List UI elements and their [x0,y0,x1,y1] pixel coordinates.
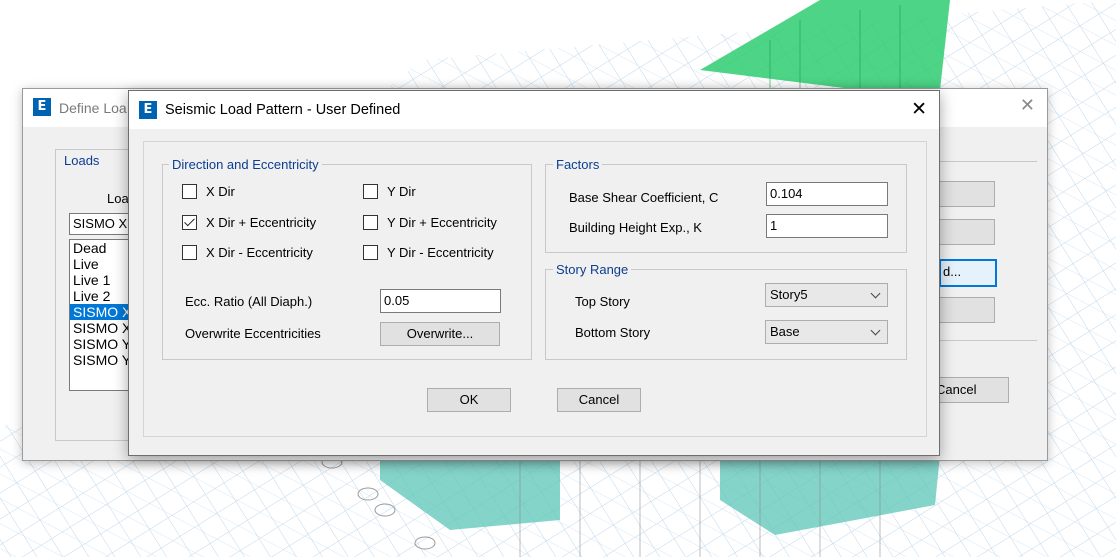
y-dir-plus-ecc-option[interactable]: Y Dir + Eccentricity [363,213,497,231]
chevron-down-icon [870,288,881,299]
x-dir-option[interactable]: X Dir [182,182,235,200]
x-dir-minus-ecc-checkbox[interactable] [182,244,197,260]
seismic-load-pattern-dialog: E Seismic Load Pattern - User Defined ✕ … [128,90,940,456]
etabs-app-icon: E [33,98,51,116]
x-dir-minus-ecc-label: X Dir - Eccentricity [206,244,313,260]
top-story-value: Story5 [770,287,808,302]
y-dir-plus-ecc-checkbox[interactable] [363,214,378,230]
modify-load-button[interactable] [939,219,995,245]
close-icon[interactable]: ✕ [1020,95,1035,116]
ok-button[interactable]: OK [427,388,511,412]
cancel-button[interactable]: Cancel [557,388,641,412]
overwrite-button[interactable]: Overwrite... [380,322,500,346]
y-dir-label: Y Dir [387,183,416,199]
story-range-group-label: Story Range [553,262,632,277]
factors-group [545,164,907,253]
y-dir-checkbox[interactable] [363,183,378,199]
height-exp-input[interactable]: 1 [766,214,888,238]
x-dir-minus-ecc-option[interactable]: X Dir - Eccentricity [182,243,313,261]
y-dir-minus-ecc-checkbox[interactable] [363,244,378,260]
bottom-story-select[interactable]: Base [765,320,888,344]
modify-lateral-load-button[interactable]: d... [939,259,997,287]
x-dir-plus-ecc-checkbox[interactable] [182,214,197,230]
back-cancel-button[interactable]: Cancel [929,377,1009,403]
y-dir-minus-ecc-option[interactable]: Y Dir - Eccentricity [363,243,494,261]
height-exp-label: Building Height Exp., K [569,220,702,235]
direction-group-label: Direction and Eccentricity [169,157,322,172]
y-dir-plus-ecc-label: Y Dir + Eccentricity [387,214,497,230]
base-shear-label: Base Shear Coefficient, C [569,190,719,205]
factors-group-label: Factors [553,157,603,172]
overwrite-eccentricities-label: Overwrite Eccentricities [185,326,321,341]
x-dir-plus-ecc-option[interactable]: X Dir + Eccentricity [182,213,316,231]
ecc-ratio-input[interactable]: 0.05 [380,289,501,313]
add-load-button[interactable] [939,181,995,207]
top-story-label: Top Story [575,294,630,309]
y-dir-option[interactable]: Y Dir [363,182,416,200]
etabs-app-icon: E [139,101,157,119]
ecc-ratio-label: Ecc. Ratio (All Diaph.) [185,294,313,309]
x-dir-checkbox[interactable] [182,183,197,199]
window-title: Define Loa [59,100,127,116]
title-bar: E Seismic Load Pattern - User Defined ✕ [129,91,939,129]
bottom-story-label: Bottom Story [575,325,651,340]
dialog-title: Seismic Load Pattern - User Defined [165,102,401,118]
close-icon[interactable]: ✕ [911,98,927,120]
bottom-story-value: Base [770,324,800,339]
x-dir-label: X Dir [206,183,235,199]
loads-group-label: Loads [61,153,103,168]
chevron-down-icon [870,325,881,336]
load-column-label: Loa [107,191,129,206]
base-shear-input[interactable]: 0.104 [766,182,888,206]
delete-load-button[interactable] [939,297,995,323]
y-dir-minus-ecc-label: Y Dir - Eccentricity [387,244,494,260]
x-dir-plus-ecc-label: X Dir + Eccentricity [206,214,317,230]
top-story-select[interactable]: Story5 [765,283,888,307]
